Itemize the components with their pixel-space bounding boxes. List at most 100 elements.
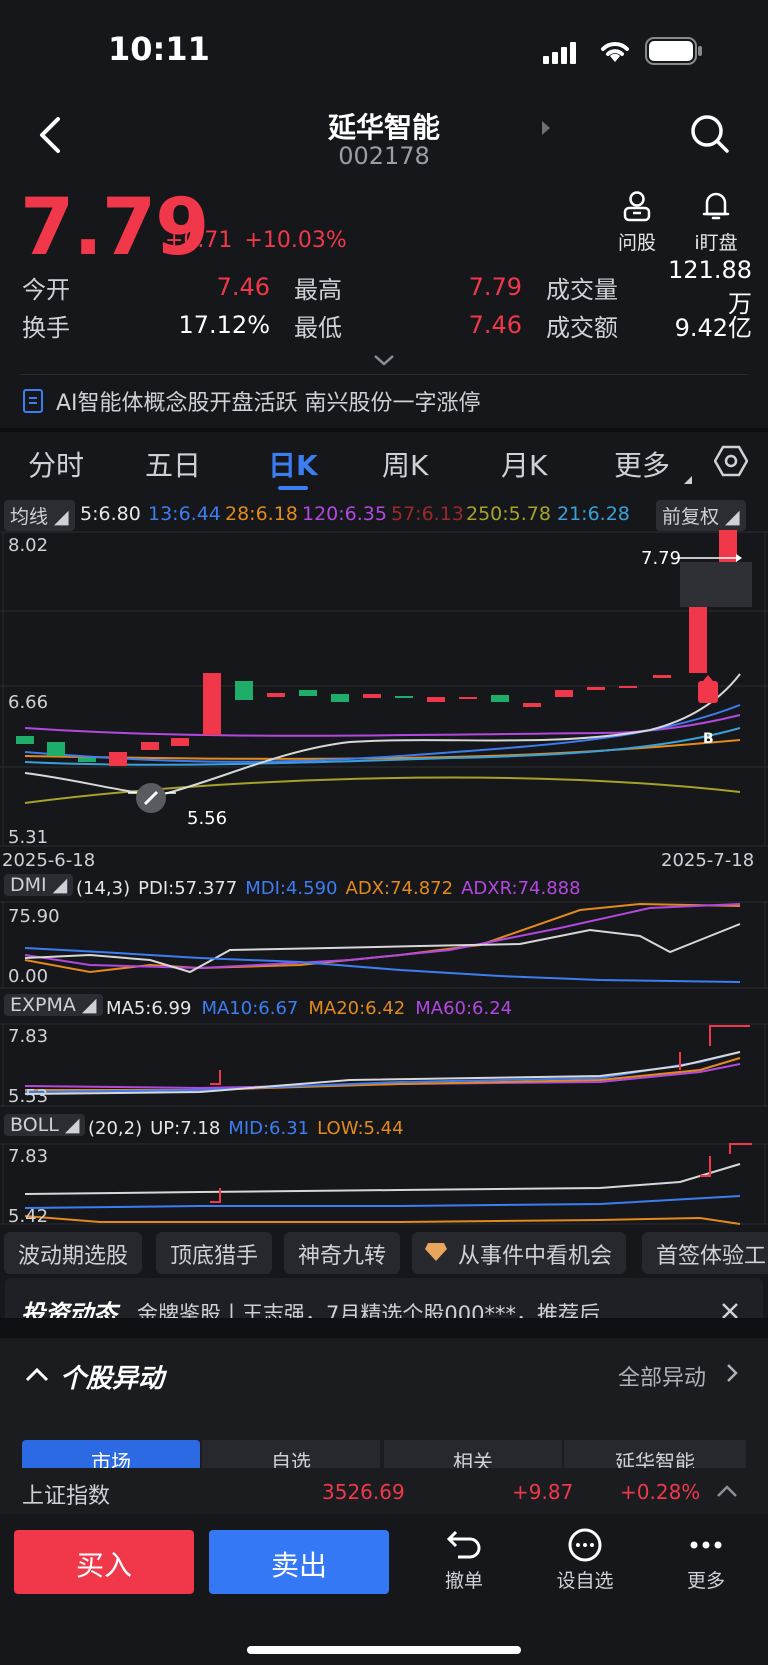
dmi-selector[interactable]: DMI ◢: [4, 874, 74, 896]
add-watchlist-label: 设自选: [556, 1570, 614, 1592]
boll-mid: MID:6.31: [228, 1118, 310, 1139]
dmi-adx: ADX:74.872: [345, 878, 454, 899]
buy-marker-label: B: [703, 731, 714, 747]
stat-key: 成交额: [546, 313, 618, 342]
stat-key: 最低: [294, 313, 342, 342]
expma-legend: MA5:6.99 MA10:6.67 MA20:6.42 MA60:6.24: [106, 998, 512, 1019]
boll-low: LOW:5.44: [317, 1118, 404, 1139]
ma-28: 28:6.18: [225, 503, 298, 525]
tab-intraday[interactable]: 分时: [28, 444, 84, 484]
pill-event-label: 从事件中看机会: [458, 1244, 613, 1269]
stat-key: 今开: [22, 275, 70, 304]
tab-more[interactable]: 更多: [614, 444, 670, 484]
expand-up-icon[interactable]: [716, 1484, 738, 1498]
ma-5: 5:6.80: [80, 503, 141, 525]
pill-first-sign[interactable]: 首签体验工: [642, 1232, 768, 1274]
ma-selector[interactable]: 均线 ◢: [4, 500, 75, 531]
anomaly-tab-related[interactable]: 相关: [384, 1440, 562, 1474]
candle: [619, 686, 637, 688]
search-icon[interactable]: [690, 114, 730, 154]
more-label: 更多: [686, 1570, 725, 1592]
settings-hexagon-icon[interactable]: [714, 444, 748, 478]
expma-ma10: MA10:6.67: [201, 998, 299, 1019]
stock-header: 延华智能 002178: [0, 100, 768, 180]
expma-name: EXPMA: [10, 994, 76, 1016]
all-anomaly-link[interactable]: 全部异动: [618, 1360, 706, 1392]
expma-ma20: MA20:6.42: [308, 998, 406, 1019]
ellipsis-icon: [690, 1541, 722, 1549]
cancel-order-button[interactable]: 撤单: [432, 1528, 496, 1593]
pill-magic-nine[interactable]: 神奇九转: [284, 1232, 401, 1274]
boll-name: BOLL: [10, 1114, 59, 1136]
expma-selector[interactable]: EXPMA ◢: [4, 994, 103, 1016]
bell-icon: [702, 192, 730, 220]
anomaly-tab-market[interactable]: 市场: [22, 1440, 200, 1474]
candle: [47, 742, 65, 756]
stat-value: 7.46: [468, 311, 522, 339]
boll-selector[interactable]: BOLL ◢: [4, 1114, 86, 1136]
home-indicator: [247, 1646, 521, 1654]
cancel-order-label: 撤单: [444, 1570, 483, 1592]
dmi-y-bot: 0.00: [8, 966, 49, 987]
expma-ma60: MA60:6.24: [415, 998, 513, 1019]
expand-chevron-icon[interactable]: [373, 354, 395, 366]
candle: [363, 694, 381, 698]
expma-y-bot: 5.53: [8, 1086, 49, 1107]
anomaly-tab-stock[interactable]: 延华智能: [564, 1440, 746, 1474]
stat-value: 17.12%: [178, 311, 270, 339]
news-ticker[interactable]: AI智能体概念股开盘活跃 南兴股份一字涨停: [0, 378, 768, 424]
candle: [587, 687, 605, 690]
ma-selector-label: 均线: [10, 506, 49, 528]
pill-event-opportunity[interactable]: 从事件中看机会: [412, 1232, 627, 1274]
index-bar[interactable]: 上证指数 3526.69 +9.87 +0.28%: [0, 1468, 768, 1514]
candle: [235, 681, 253, 700]
candle: [523, 703, 541, 707]
pill-top-bottom-hunter[interactable]: 顶底猎手: [156, 1232, 273, 1274]
tab-daily-k[interactable]: 日K: [268, 444, 318, 484]
quote-stats: 今开 7.46 最高 7.79 成交量 121.88万 换手 17.12% 最低…: [22, 256, 752, 344]
ma-120: 120:6.35: [302, 503, 387, 525]
dmi-chart: [0, 901, 768, 989]
collapse-chevron-icon[interactable]: [24, 1366, 50, 1382]
dmi-y-top: 75.90: [8, 906, 60, 927]
section-gap: [0, 1318, 768, 1338]
diamond-icon: [425, 1243, 447, 1261]
tab-monthly-k[interactable]: 月K: [501, 444, 547, 484]
expma-y-top: 7.83: [8, 1026, 49, 1047]
candle: [719, 530, 737, 562]
stock-name: 延华智能: [327, 111, 440, 144]
dropdown-corner-icon: [684, 476, 692, 484]
wifi-icon: [601, 42, 629, 62]
candle: [689, 603, 707, 673]
stats-row: 换手 17.12% 最低 7.46 成交额 9.42亿: [22, 306, 752, 344]
index-percent: +0.28%: [620, 1480, 701, 1504]
news-text: AI智能体概念股开盘活跃 南兴股份一字涨停: [56, 391, 481, 416]
add-watchlist-button[interactable]: 设自选: [550, 1528, 620, 1593]
high-arrow: [736, 554, 742, 562]
buy-button[interactable]: 买入: [14, 1530, 194, 1594]
next-stock-icon[interactable]: [540, 120, 552, 136]
high-price-label: 7.79: [641, 548, 682, 569]
buy-marker[interactable]: [698, 681, 718, 703]
candle: [299, 690, 317, 696]
anomaly-tab-watchlist[interactable]: 自选: [202, 1440, 380, 1474]
watch-button[interactable]: i盯盘: [688, 190, 744, 255]
stock-code: 002178: [338, 142, 430, 170]
ask-stock-button[interactable]: 问股: [612, 190, 662, 255]
index-value: 3526.69: [322, 1480, 405, 1504]
more-dots-icon: [568, 1528, 602, 1562]
change-percent: +10.03%: [244, 228, 347, 253]
candle: [555, 690, 573, 697]
sell-button[interactable]: 卖出: [209, 1530, 389, 1594]
kline-chart[interactable]: [0, 530, 768, 850]
adjust-selector[interactable]: 前复权 ◢: [656, 500, 746, 531]
ma-250: 250:5.78: [466, 503, 551, 525]
tab-weekly-k[interactable]: 周K: [382, 444, 428, 484]
ma-21: 21:6.28: [557, 503, 630, 525]
dmi-name: DMI: [10, 874, 47, 896]
pill-volatility-picker[interactable]: 波动期选股: [4, 1232, 143, 1274]
more-button[interactable]: 更多: [676, 1528, 736, 1593]
candle: [331, 694, 349, 702]
status-time: 10:11: [108, 30, 210, 68]
tab-five-day[interactable]: 五日: [145, 444, 201, 484]
